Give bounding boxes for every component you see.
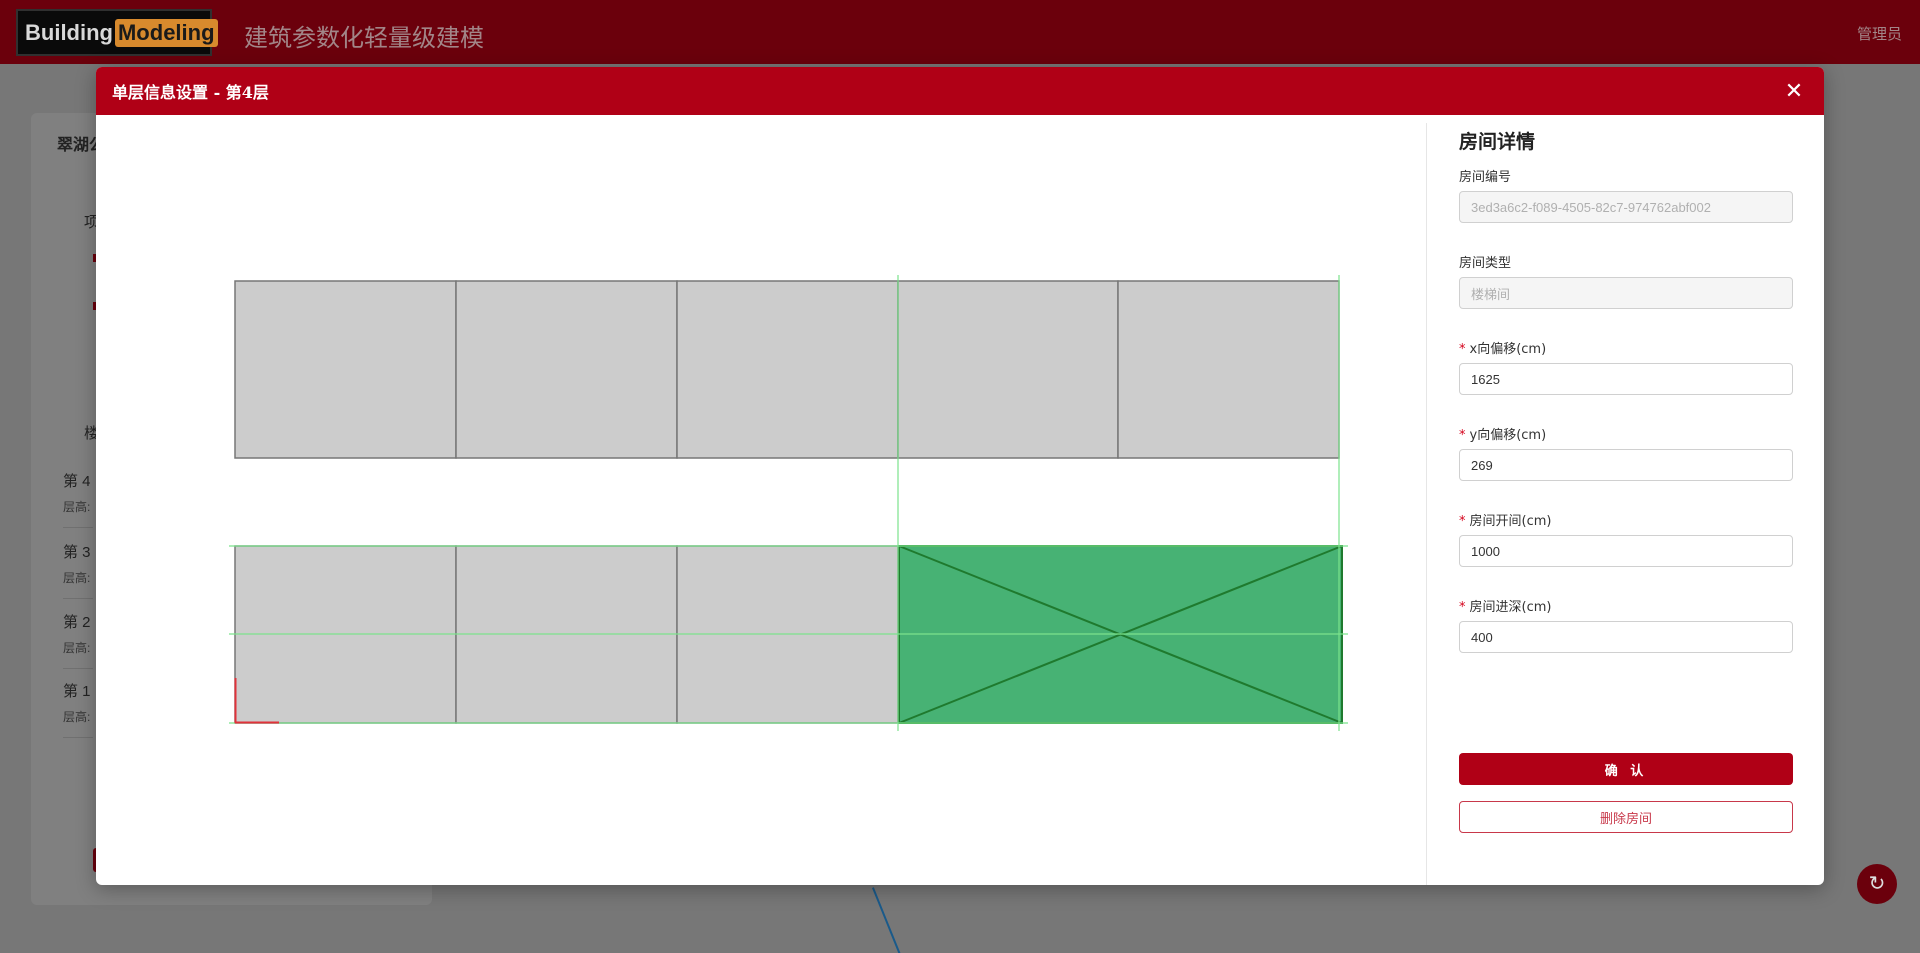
x-offset-label: * x向偏移(cm) (1459, 342, 1547, 357)
floor-settings-modal: 单层信息设置 - 第4层 ✕ 房间详情 房间编号 3ed3a6c2-f089-4… (96, 67, 1824, 885)
y-offset-input[interactable]: 269 (1459, 449, 1793, 481)
detail-heading: 房间详情 (1459, 131, 1536, 153)
room-type-label: 房间类型 (1459, 256, 1512, 271)
delete-room-button[interactable]: 删除房间 (1459, 801, 1793, 833)
room[interactable] (455, 280, 678, 459)
modal-title: 单层信息设置 - 第4层 (112, 83, 269, 102)
floor-plan-svg[interactable] (96, 115, 1426, 885)
room[interactable] (1117, 280, 1340, 459)
room-id-label: 房间编号 (1459, 170, 1512, 185)
floor-item[interactable]: 第 4 层高: (63, 462, 93, 528)
room[interactable] (897, 280, 1119, 459)
room[interactable] (234, 280, 457, 459)
room-id-field: 3ed3a6c2-f089-4505-82c7-974762abf002 (1459, 191, 1793, 223)
room-detail-panel: 房间详情 房间编号 3ed3a6c2-f089-4505-82c7-974762… (1459, 125, 1793, 833)
y-offset-label: * y向偏移(cm) (1459, 428, 1547, 443)
close-icon: ✕ (1784, 78, 1804, 103)
floor-item[interactable]: 第 3 层高: (63, 533, 93, 599)
panel-divider (1426, 123, 1427, 885)
required-asterisk: * (1459, 514, 1466, 529)
room-depth-label: * 房间进深(cm) (1459, 600, 1552, 615)
close-button[interactable]: ✕ (1782, 78, 1806, 103)
refresh-button[interactable]: ↻ (1857, 864, 1897, 904)
app-header: Building Modeling 建筑参数化轻量级建模 管理员 (0, 0, 1920, 64)
scene-edge (872, 887, 904, 953)
confirm-button[interactable]: 确 认 (1459, 753, 1793, 785)
required-asterisk: * (1459, 600, 1466, 615)
x-offset-input[interactable]: 1625 (1459, 363, 1793, 395)
refresh-icon: ↻ (1868, 873, 1886, 895)
logo-text-building: Building (25, 19, 113, 45)
room-width-input[interactable]: 1000 (1459, 535, 1793, 567)
floor-item[interactable]: 第 1 层高: (63, 672, 93, 738)
floor-item[interactable]: 第 2 层高: (63, 603, 93, 669)
app-title: 建筑参数化轻量级建模 (244, 24, 484, 52)
room-depth-input[interactable]: 400 (1459, 621, 1793, 653)
room[interactable] (676, 280, 899, 459)
modal-header: 单层信息设置 - 第4层 ✕ (96, 67, 1824, 115)
required-asterisk: * (1459, 428, 1466, 443)
logo-text-modeling: Modeling (114, 18, 218, 47)
user-menu[interactable]: 管理员 (1857, 23, 1902, 44)
room-width-label: * 房间开间(cm) (1459, 514, 1552, 529)
room-type-field: 楼梯间 (1459, 277, 1793, 309)
required-asterisk: * (1459, 342, 1466, 357)
app-logo[interactable]: Building Modeling (16, 9, 218, 56)
floor-plan-canvas[interactable] (96, 115, 1426, 885)
